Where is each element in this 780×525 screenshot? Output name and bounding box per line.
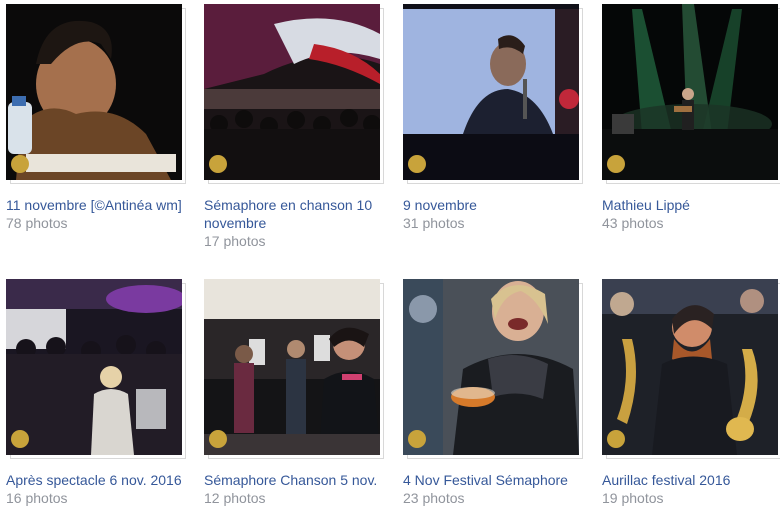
album-card[interactable]: Sémaphore en chanson 10 novembre 17 phot…: [204, 4, 386, 250]
album-card[interactable]: Après spectacle 6 nov. 2016 16 photos: [6, 279, 188, 507]
album-thumbnail-stack[interactable]: [6, 279, 188, 462]
album-cover-photo[interactable]: [204, 279, 380, 455]
album-thumbnail-stack[interactable]: [403, 279, 585, 462]
album-cover-photo[interactable]: [602, 279, 778, 455]
album-title[interactable]: Sémaphore en chanson 10 novembre: [204, 196, 382, 232]
woman-portrait-photo: [6, 4, 182, 180]
album-thumbnail-stack[interactable]: [602, 279, 780, 462]
brass-band-saxophones-photo: [602, 279, 778, 455]
album-title[interactable]: 4 Nov Festival Sémaphore: [403, 471, 581, 489]
album-thumbnail-stack[interactable]: [204, 4, 386, 187]
album-cover-photo[interactable]: [6, 279, 182, 455]
album-cover-photo[interactable]: [403, 279, 579, 455]
album-card[interactable]: 4 Nov Festival Sémaphore 23 photos: [403, 279, 585, 507]
album-thumbnail-stack[interactable]: [403, 4, 585, 187]
album-cover-photo[interactable]: [204, 4, 380, 180]
album-card[interactable]: Mathieu Lippé 43 photos: [602, 4, 780, 232]
album-title[interactable]: Sémaphore Chanson 5 nov.: [204, 471, 382, 489]
album-card[interactable]: Aurillac festival 2016 19 photos: [602, 279, 780, 507]
crowd-in-hall-photo: [6, 279, 182, 455]
people-talking-in-room-photo: [204, 279, 380, 455]
album-title[interactable]: 9 novembre: [403, 196, 581, 214]
crowd-under-tent-photo: [204, 4, 380, 180]
concert-stage-green-lights-photo: [602, 4, 778, 180]
album-thumbnail-stack[interactable]: [602, 4, 780, 187]
album-card[interactable]: Sémaphore Chanson 5 nov. 12 photos: [204, 279, 386, 507]
album-photo-count: 16 photos: [6, 490, 68, 506]
album-cover-photo[interactable]: [6, 4, 182, 180]
album-thumbnail-stack[interactable]: [204, 279, 386, 462]
album-photo-count: 23 photos: [403, 490, 465, 506]
laughing-woman-with-bowl-photo: [403, 279, 579, 455]
album-title[interactable]: 11 novembre [©Antinéa wm]: [6, 196, 184, 214]
album-photo-count: 31 photos: [403, 215, 465, 231]
album-cover-photo[interactable]: [602, 4, 778, 180]
album-title[interactable]: Mathieu Lippé: [602, 196, 780, 214]
album-title[interactable]: Après spectacle 6 nov. 2016: [6, 471, 184, 489]
album-cover-photo[interactable]: [403, 4, 579, 180]
album-photo-count: 17 photos: [204, 233, 266, 249]
album-thumbnail-stack[interactable]: [6, 4, 188, 187]
projection-screen-singer-photo: [403, 4, 579, 180]
album-card[interactable]: 9 novembre 31 photos: [403, 4, 585, 232]
album-photo-count: 12 photos: [204, 490, 266, 506]
album-photo-count: 43 photos: [602, 215, 664, 231]
album-card[interactable]: 11 novembre [©Antinéa wm] 78 photos: [6, 4, 188, 232]
album-photo-count: 78 photos: [6, 215, 68, 231]
album-title[interactable]: Aurillac festival 2016: [602, 471, 780, 489]
album-photo-count: 19 photos: [602, 490, 664, 506]
